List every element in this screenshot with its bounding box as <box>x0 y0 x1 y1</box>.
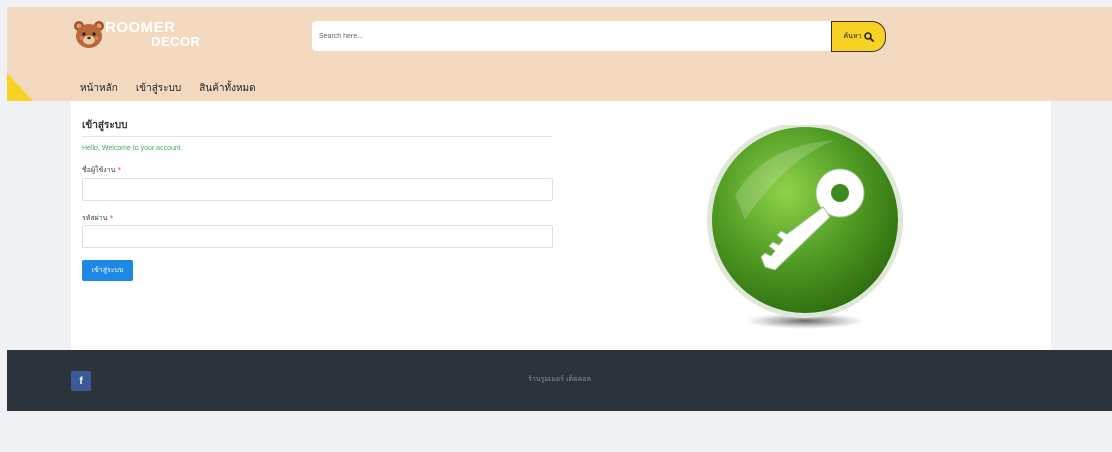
welcome-message: Hello, Welcome to your account. <box>82 145 183 152</box>
login-submit-label: เข้าสู่ระบบ <box>91 266 124 274</box>
password-field[interactable] <box>82 225 553 248</box>
main-nav: หน้าหลัก เข้าสู่ระบบ สินค้าทั้งหมด <box>80 81 256 96</box>
username-field[interactable] <box>82 178 553 201</box>
login-title: เข้าสู่ระบบ <box>82 120 128 131</box>
key-icon <box>707 125 903 329</box>
header: ROOMER DECOR ค้นหา หน้าหลัก เข้าสู่ระบบ … <box>7 7 1112 101</box>
search-button[interactable]: ค้นหา <box>831 21 886 52</box>
bear-logo-icon <box>74 21 104 48</box>
nav-item-home[interactable]: หน้าหลัก <box>80 81 118 96</box>
password-label-text: รหัสผ่าน <box>82 214 108 222</box>
required-mark: * <box>117 166 122 174</box>
brand-logo[interactable]: ROOMER DECOR <box>73 17 203 51</box>
search-box <box>312 21 831 51</box>
login-submit-button[interactable]: เข้าสู่ระบบ <box>82 260 133 281</box>
username-label: ชื่อผู้ใช้งาน * <box>82 165 121 176</box>
title-divider <box>82 136 552 137</box>
nav-item-all-products[interactable]: สินค้าทั้งหมด <box>199 81 255 96</box>
footer: f ร้านรูมเมอร์ เด็คคอล <box>7 350 1112 411</box>
search-icon <box>863 31 874 42</box>
decorative-corner <box>7 73 33 101</box>
username-label-text: ชื่อผู้ใช้งาน <box>82 166 116 174</box>
login-card: เข้าสู่ระบบ Hello, Welcome to your accou… <box>71 101 1051 350</box>
nav-item-login[interactable]: เข้าสู่ระบบ <box>136 81 181 96</box>
search-button-label: ค้นหา <box>843 32 862 40</box>
brand-name-line2: DECOR <box>151 34 201 49</box>
search-input[interactable] <box>312 21 831 51</box>
password-label: รหัสผ่าน * <box>82 213 113 224</box>
footer-text: ร้านรูมเมอร์ เด็คคอล <box>528 375 591 383</box>
required-mark: * <box>109 214 114 222</box>
